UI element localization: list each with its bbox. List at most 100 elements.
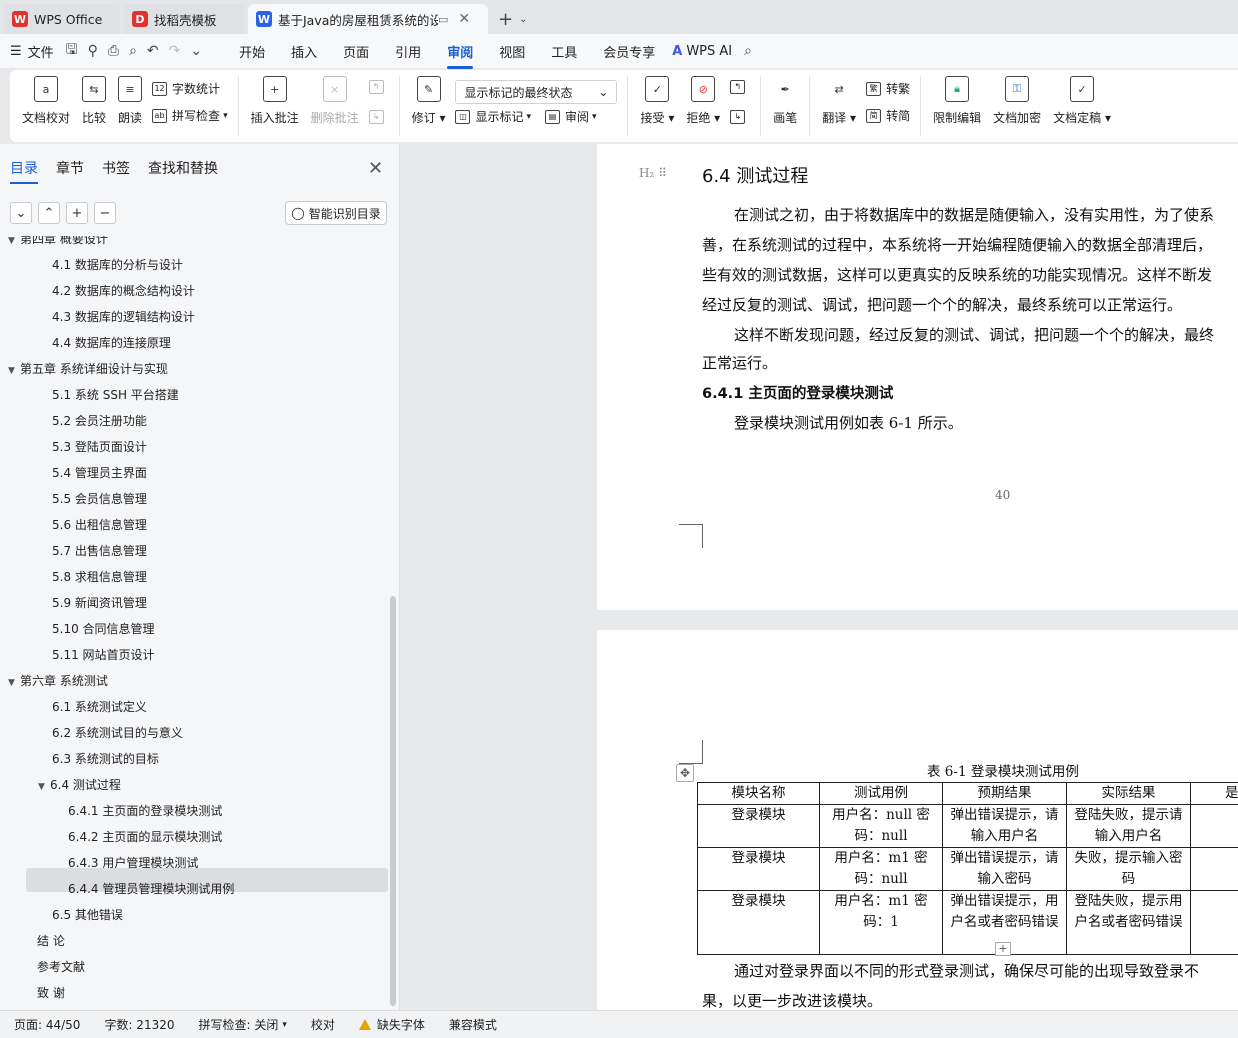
toc-item[interactable]: 5.4 管理员主界面 bbox=[52, 462, 147, 484]
print-icon[interactable]: ⎙ bbox=[108, 43, 119, 59]
collapse-up-icon[interactable]: ⌃ bbox=[38, 202, 60, 224]
tab-page[interactable]: 页面 bbox=[343, 38, 369, 65]
encrypt-button[interactable]: ⚿ 文档加密 bbox=[987, 76, 1047, 126]
nav-tab-sections[interactable]: 章节 bbox=[56, 158, 84, 184]
wps-ai-button[interactable]: A WPS AI bbox=[672, 44, 732, 59]
save-icon[interactable]: 🖫 bbox=[66, 39, 78, 63]
track-changes-button[interactable]: ✎ 修订 ▾ bbox=[406, 76, 452, 126]
chevron-down-icon[interactable]: ⌄ bbox=[519, 14, 527, 25]
toc-item[interactable]: 4.2 数据库的概念结构设计 bbox=[52, 280, 195, 302]
toc-item[interactable]: 6.4.4 管理员管理模块测试用例 bbox=[68, 878, 234, 900]
add-heading-icon[interactable]: + bbox=[66, 202, 88, 224]
file-menu[interactable]: ☰ 文件 bbox=[10, 42, 54, 61]
tab-docer[interactable]: D 找稻壳模板 bbox=[124, 4, 244, 34]
toc-item[interactable]: 6.5 其他错误 bbox=[52, 904, 123, 926]
review-pane-button[interactable]: ▤ 审阅 ▾ bbox=[545, 108, 597, 125]
show-markup-button[interactable]: ◫ 显示标记 ▾ bbox=[455, 108, 531, 125]
reject-button[interactable]: ⊘ 拒绝 ▾ bbox=[680, 76, 726, 126]
toc-scrollbar[interactable] bbox=[390, 596, 396, 1006]
toc-item[interactable]: 4.4 数据库的连接原理 bbox=[52, 332, 171, 354]
remove-heading-icon[interactable]: − bbox=[94, 202, 116, 224]
word-count-button[interactable]: 12 字数统计 bbox=[152, 80, 228, 97]
toc-item[interactable]: 4.1 数据库的分析与设计 bbox=[52, 254, 183, 276]
toc-item[interactable]: 5.8 求租信息管理 bbox=[52, 566, 147, 588]
word-count-indicator[interactable]: 字数: 21320 bbox=[104, 1016, 174, 1033]
tab-wps-office[interactable]: W WPS Office bbox=[4, 4, 120, 34]
missing-font-indicator[interactable]: 缺失字体 bbox=[358, 1016, 425, 1033]
delete-comment-button[interactable]: × 删除批注 bbox=[305, 76, 365, 126]
search-icon[interactable]: ⌕ bbox=[744, 43, 752, 59]
toc-item[interactable]: 致 谢 bbox=[37, 982, 65, 1004]
tab-insert[interactable]: 插入 bbox=[291, 38, 317, 65]
expand-arrow-icon[interactable]: ▼ bbox=[8, 672, 20, 694]
toc-item[interactable]: ▼ 6.4 测试过程 bbox=[38, 774, 121, 796]
next-comment-button[interactable]: ↳ bbox=[368, 110, 389, 124]
toc-item[interactable]: ▼ 第五章 系统详细设计与实现 bbox=[8, 358, 168, 380]
smart-toc-button[interactable]: ◯ 智能识别目录 bbox=[285, 201, 387, 225]
toc-item[interactable]: 5.7 出售信息管理 bbox=[52, 540, 147, 562]
print-preview-icon[interactable]: ⌕ bbox=[129, 43, 137, 59]
close-icon[interactable]: ✕ bbox=[368, 158, 383, 179]
tab-tools[interactable]: 工具 bbox=[551, 38, 577, 65]
redo-icon[interactable]: ↷ bbox=[169, 43, 181, 59]
toc-item[interactable]: 5.5 会员信息管理 bbox=[52, 488, 147, 510]
toc-item[interactable]: 5.11 网站首页设计 bbox=[52, 644, 155, 666]
toc-item[interactable]: 6.4.3 用户管理模块测试 bbox=[68, 852, 198, 874]
expand-arrow-icon[interactable]: ▼ bbox=[8, 236, 20, 252]
tab-view[interactable]: 视图 bbox=[499, 38, 525, 65]
markup-state-dropdown[interactable]: 显示标记的最终状态 ⌄ bbox=[455, 80, 618, 104]
share-icon[interactable]: ⚲ bbox=[88, 43, 98, 59]
toc-item[interactable]: 5.6 出租信息管理 bbox=[52, 514, 147, 536]
translate-button[interactable]: ⇄ 翻译 ▾ bbox=[816, 76, 862, 126]
table-move-icon[interactable]: ✥ bbox=[676, 764, 694, 782]
monitor-icon[interactable]: ▭ bbox=[438, 13, 448, 26]
undo-icon[interactable]: ↶ bbox=[147, 43, 159, 59]
finalize-button[interactable]: ✓ 文档定稿 ▾ bbox=[1047, 76, 1117, 126]
toc-item[interactable]: 4.3 数据库的逻辑结构设计 bbox=[52, 306, 195, 328]
pen-button[interactable]: ✒ 画笔 bbox=[767, 76, 803, 126]
compare-button[interactable]: ⇆ 比较 bbox=[76, 76, 112, 126]
insert-comment-button[interactable]: + 插入批注 bbox=[245, 76, 305, 126]
tab-document[interactable]: W 基于Java的房屋租赁系统的设 ▭ ✕ bbox=[248, 4, 488, 34]
expand-arrow-icon[interactable]: ▼ bbox=[8, 360, 20, 382]
toc-item[interactable]: 6.1 系统测试定义 bbox=[52, 696, 147, 718]
toc-item[interactable]: 参考文献 bbox=[37, 956, 85, 978]
new-tab-button[interactable]: + ⌄ bbox=[492, 4, 533, 34]
accept-button[interactable]: ✓ 接受 ▾ bbox=[634, 76, 680, 126]
spell-check-toggle[interactable]: 拼写检查: 关闭 ▾ bbox=[199, 1016, 287, 1033]
restrict-edit-button[interactable]: 🔒︎ 限制编辑 bbox=[927, 76, 987, 126]
read-aloud-button[interactable]: ≡ 朗读 bbox=[112, 76, 148, 126]
toc-item[interactable]: 5.10 合同信息管理 bbox=[52, 618, 155, 640]
page-indicator[interactable]: 页面: 44/50 bbox=[14, 1016, 80, 1033]
nav-tab-bookmarks[interactable]: 书签 bbox=[102, 158, 130, 184]
toc-item[interactable]: 5.1 系统 SSH 平台搭建 bbox=[52, 384, 179, 406]
prev-change-button[interactable]: ↰ bbox=[730, 80, 750, 94]
tab-home[interactable]: 开始 bbox=[239, 38, 265, 65]
tab-references[interactable]: 引用 bbox=[395, 38, 421, 65]
toc-item[interactable]: 结 论 bbox=[37, 930, 65, 952]
expand-arrow-icon[interactable]: ▼ bbox=[38, 776, 50, 798]
heading-level-tag[interactable]: H₂ ⠿ bbox=[639, 166, 667, 180]
toc-item[interactable]: 6.4.1 主页面的登录模块测试 bbox=[68, 800, 222, 822]
spell-check-button[interactable]: ab 拼写检查 ▾ bbox=[152, 107, 228, 124]
toc-item[interactable]: 5.3 登陆页面设计 bbox=[52, 436, 147, 458]
toc-item[interactable]: 5.9 新闻资讯管理 bbox=[52, 592, 147, 614]
toc-item[interactable]: ▼ 第四章 概要设计 bbox=[8, 236, 108, 250]
doc-proof-button[interactable]: a 文档校对 bbox=[16, 76, 76, 126]
next-change-button[interactable]: ↳ bbox=[730, 110, 750, 124]
toc-item[interactable]: ▼ 第六章 系统测试 bbox=[8, 670, 108, 692]
toc-item[interactable]: 6.2 系统测试目的与意义 bbox=[52, 722, 183, 744]
to-simplified-button[interactable]: 简转简 bbox=[866, 107, 910, 124]
prev-comment-button[interactable]: ↰ bbox=[368, 80, 389, 94]
nav-tab-toc[interactable]: 目录 bbox=[10, 158, 38, 184]
tab-review[interactable]: 审阅 bbox=[447, 38, 474, 69]
close-icon[interactable]: ✕ bbox=[458, 11, 470, 27]
add-row-icon[interactable]: + bbox=[995, 942, 1011, 956]
expand-down-icon[interactable]: ⌄ bbox=[10, 202, 32, 224]
chevron-down-icon[interactable]: ⌄ bbox=[190, 43, 202, 59]
nav-tab-find-replace[interactable]: 查找和替换 bbox=[148, 158, 218, 184]
toc-item[interactable]: 5.2 会员注册功能 bbox=[52, 410, 147, 432]
proof-indicator[interactable]: 校对 bbox=[311, 1016, 335, 1033]
toc-item[interactable]: 6.3 系统测试的目标 bbox=[52, 748, 159, 770]
toc-item[interactable]: 6.4.2 主页面的显示模块测试 bbox=[68, 826, 222, 848]
